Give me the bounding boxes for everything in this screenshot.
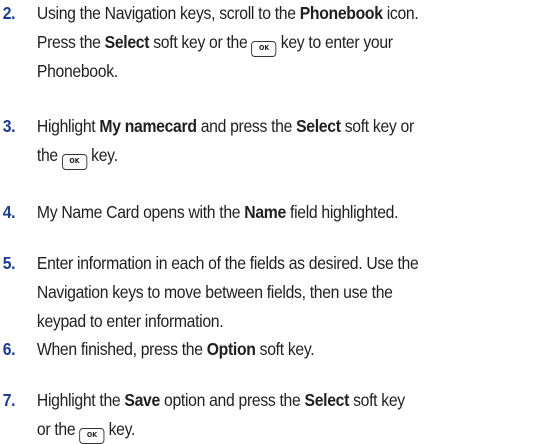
ok-key-icon: OK bbox=[251, 41, 277, 57]
text-run: soft key. bbox=[255, 339, 315, 359]
text-run: option and press the bbox=[159, 390, 305, 410]
step-text-line: Highlight My namecard and press the Sele… bbox=[37, 113, 414, 139]
bold-term: Name bbox=[244, 202, 286, 222]
step-text-line: Press the Select soft key or the OK key … bbox=[37, 29, 393, 57]
step-text-line: Highlight the Save option and press the … bbox=[37, 387, 405, 413]
text-run: Enter information in each of the fields … bbox=[36, 253, 419, 273]
step-number: 7. bbox=[2, 390, 16, 410]
bold-term: Select bbox=[304, 390, 350, 410]
text-run: icon. bbox=[382, 3, 419, 23]
text-run: Press the bbox=[36, 32, 105, 52]
text-run: field highlighted. bbox=[285, 202, 399, 222]
step-text-line: keypad to enter information. bbox=[36, 308, 224, 334]
text-run: soft key or the bbox=[149, 32, 252, 52]
text-run: When finished, press the bbox=[36, 339, 207, 359]
bold-term: Option bbox=[206, 339, 256, 359]
text-run: key. bbox=[104, 419, 136, 439]
text-run: My Name Card opens with the bbox=[36, 202, 245, 222]
bold-term: Select bbox=[296, 116, 341, 136]
step-number: 6. bbox=[2, 339, 16, 359]
step-number: 4. bbox=[2, 202, 16, 222]
text-run: keypad to enter information. bbox=[36, 311, 224, 331]
step-text-line: When finished, press the Option soft key… bbox=[36, 336, 315, 362]
text-run: the bbox=[36, 145, 62, 165]
ok-key-icon: OK bbox=[79, 428, 105, 444]
text-run: Highlight bbox=[36, 116, 100, 136]
step-number: 5. bbox=[2, 253, 16, 273]
text-run: Using the Navigation keys, scroll to the bbox=[36, 3, 300, 23]
bold-term: Phonebook bbox=[299, 3, 383, 23]
text-run: Navigation keys to move between fields, … bbox=[36, 282, 393, 302]
text-run: soft key or bbox=[340, 116, 415, 136]
text-run: key to enter your bbox=[276, 32, 393, 52]
step-text-line: Using the Navigation keys, scroll to the… bbox=[37, 0, 419, 26]
step-number: 2. bbox=[2, 3, 16, 23]
text-run: Phonebook. bbox=[36, 61, 118, 81]
text-run: and press the bbox=[196, 116, 297, 136]
bold-term: Save bbox=[124, 390, 160, 410]
ok-key-icon: OK bbox=[61, 154, 88, 170]
step-text-line: Enter information in each of the fields … bbox=[37, 250, 419, 276]
step-text-line: My Name Card opens with the Name field h… bbox=[36, 199, 399, 225]
bold-term: Select bbox=[104, 32, 150, 52]
step-number: 3. bbox=[2, 116, 16, 136]
text-run: soft key bbox=[349, 390, 405, 410]
text-run: key. bbox=[87, 145, 118, 165]
step-text-line: Phonebook. bbox=[37, 58, 118, 84]
step-text-line: or the OK key. bbox=[37, 416, 135, 444]
step-text-line: the OK key. bbox=[37, 142, 118, 170]
step-text-line: Navigation keys to move between fields, … bbox=[37, 279, 393, 305]
bold-term: My namecard bbox=[99, 116, 197, 136]
text-run: Highlight the bbox=[36, 390, 125, 410]
text-run: or the bbox=[36, 419, 80, 439]
